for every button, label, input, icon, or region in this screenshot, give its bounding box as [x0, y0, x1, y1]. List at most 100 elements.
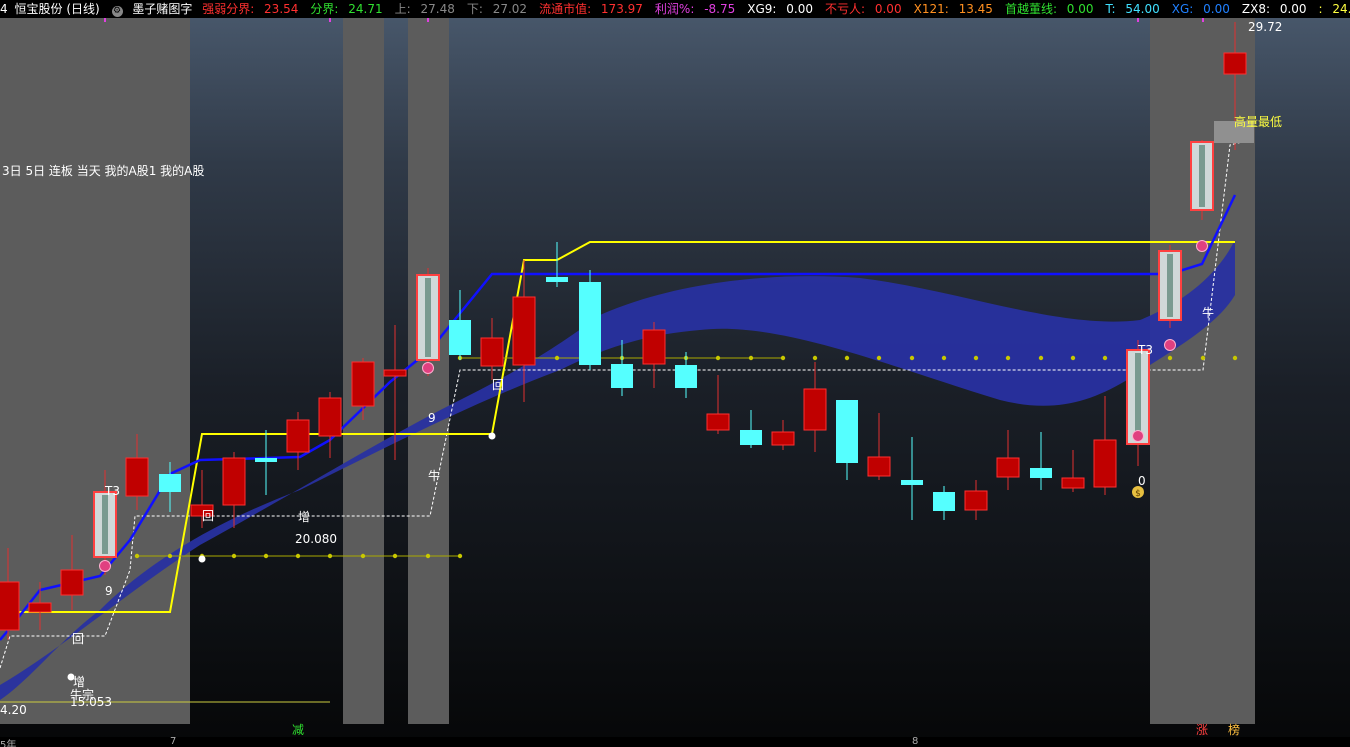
candle-inner-36 — [1167, 254, 1173, 317]
candle-body-7 — [222, 457, 246, 506]
candle-body-28 — [901, 480, 923, 485]
x-axis-month-7: 7 — [170, 736, 177, 747]
top-tick-marks — [104, 18, 1204, 22]
indicator-5: 利润%: -8.75 — [655, 2, 741, 16]
chart-area[interactable]: 4 恒宝股份 (日线) ⚙ 墨子赌图字 强弱分界: 23.54 分界: 24.71… — [0, 0, 1350, 747]
period-label: (日线) — [66, 2, 100, 16]
yellow-dot-5 — [295, 553, 301, 559]
high-volume-low-label: 高量最低 — [1234, 115, 1283, 129]
candle-inner-37 — [1199, 145, 1205, 207]
indicator-value: 24.76 — [1332, 2, 1350, 16]
indicator-value: 24.71 — [344, 2, 383, 16]
candle-body-32 — [1030, 468, 1052, 478]
x-axis-month-8: 8 — [912, 736, 919, 747]
yellow-dot-35 — [1232, 355, 1238, 361]
indicator-11: XG: 0.00 — [1172, 2, 1236, 16]
yellow-dot-22 — [812, 355, 818, 361]
indicator-2: 上: 27.48 — [395, 2, 461, 16]
indicator-label: 上: — [394, 2, 411, 16]
face-marker-3 — [1164, 339, 1176, 351]
indicator-label: 分界: — [310, 2, 339, 16]
bang-label: 榜 — [1228, 723, 1241, 737]
high-price-label: 29.72 — [1248, 20, 1283, 34]
yellow-dot-31 — [1102, 355, 1108, 361]
x-axis-left-label: 5年 — [0, 740, 17, 747]
nine-label-b: 9 — [428, 411, 436, 425]
indicator-6: XG9: 0.00 — [747, 2, 819, 16]
indicator-value: 0.00 — [1276, 2, 1307, 16]
candle-body-20 — [642, 329, 666, 365]
indicator-3: 下: 27.02 — [467, 2, 533, 16]
candle-body-38 — [1223, 52, 1247, 75]
yellow-dot-9 — [425, 553, 431, 559]
indicator-value: 173.97 — [597, 2, 643, 16]
yellow-dot-24 — [876, 355, 882, 361]
face-marker-0 — [99, 560, 111, 572]
face-markers — [99, 240, 1208, 572]
candle-body-9 — [286, 419, 310, 453]
t3-label-b: T3 — [1138, 343, 1153, 357]
formula-settings-icon[interactable]: ⚙ — [111, 6, 123, 17]
candle-body-29 — [933, 492, 955, 511]
indicator-label: XG9: — [747, 2, 777, 16]
indicator-value: 27.02 — [488, 2, 528, 16]
indicator-8: X121: 13.45 — [914, 2, 999, 16]
yellow-dot-25 — [909, 355, 915, 361]
candle-body-25 — [803, 388, 827, 431]
niu-label-a: 牛 — [428, 469, 441, 483]
indicator-label: T: — [1105, 2, 1116, 16]
candle-body-5 — [159, 474, 181, 492]
yellow-dot-21 — [780, 355, 786, 361]
candlestick-chart: $ — [0, 18, 1254, 703]
candle-body-0 — [0, 581, 20, 631]
indicator-values: 强弱分界: 23.54 分界: 24.71 上: 27.48 下: 27.02 流通市值… — [202, 2, 1350, 16]
yellow-dot-33 — [1167, 355, 1173, 361]
left-labels: 3日 5日 连板 当天 我的A股1 我的A股 — [2, 164, 205, 178]
candle-body-8 — [255, 458, 277, 462]
indicator-10: T: 54.00 — [1106, 2, 1166, 16]
value-20080-label: 20.080 — [295, 532, 337, 546]
candle-body-34 — [1093, 439, 1117, 488]
yellow-dot-26 — [941, 355, 947, 361]
indicator-label: 下: — [466, 2, 483, 16]
jian-label: 减 — [292, 723, 305, 737]
indicator-label: 强弱分界: — [202, 2, 255, 16]
indicator-label: X121: — [913, 2, 949, 16]
yellow-dot-10 — [457, 553, 463, 559]
yellow-dot-14 — [554, 355, 560, 361]
yellow-dot-28 — [1005, 355, 1011, 361]
niu-label-b: 牛 — [1202, 306, 1215, 320]
candle-body-22 — [706, 413, 730, 431]
candle-body-30 — [964, 490, 988, 511]
money-bag-glyph: $ — [1135, 489, 1141, 499]
yellow-dot-0 — [134, 553, 140, 559]
candle-body-14 — [449, 320, 471, 355]
hui-label-c: 回 — [492, 378, 505, 392]
zero-label: 0 — [1138, 474, 1146, 488]
face-marker-2 — [1132, 430, 1144, 442]
low-price-label: 4.20 — [0, 703, 27, 717]
indicator-value: 13.45 — [954, 2, 993, 16]
formula-name[interactable]: 墨子赌图字 — [132, 2, 192, 16]
zhang-label: 涨 — [1196, 723, 1209, 737]
yellow-dot-30 — [1070, 355, 1076, 361]
indicator-label: : — [1318, 2, 1323, 16]
candle-body-11 — [351, 361, 375, 407]
indicator-value: 0.00 — [1062, 2, 1094, 16]
candle-body-1 — [28, 602, 52, 613]
face-marker-4 — [1196, 240, 1208, 252]
candle-body-27 — [867, 456, 891, 477]
signal-dot-2 — [488, 432, 496, 440]
t3-label-a: T3 — [105, 484, 120, 498]
stock-name: 恒宝股份 — [14, 2, 63, 16]
indicator-1: 分界: 24.71 — [310, 2, 388, 16]
candle-body-18 — [579, 282, 601, 365]
yellow-dot-19 — [715, 355, 721, 361]
candle-body-10 — [318, 397, 342, 437]
signal-dot-1 — [198, 555, 206, 563]
indicator-value: 23.54 — [260, 2, 299, 16]
indicator-0: 强弱分界: 23.54 — [202, 2, 304, 16]
x-axis — [0, 737, 1350, 747]
indicator-13: : 24.76 — [1319, 2, 1350, 16]
candle-inner-13 — [425, 278, 431, 357]
